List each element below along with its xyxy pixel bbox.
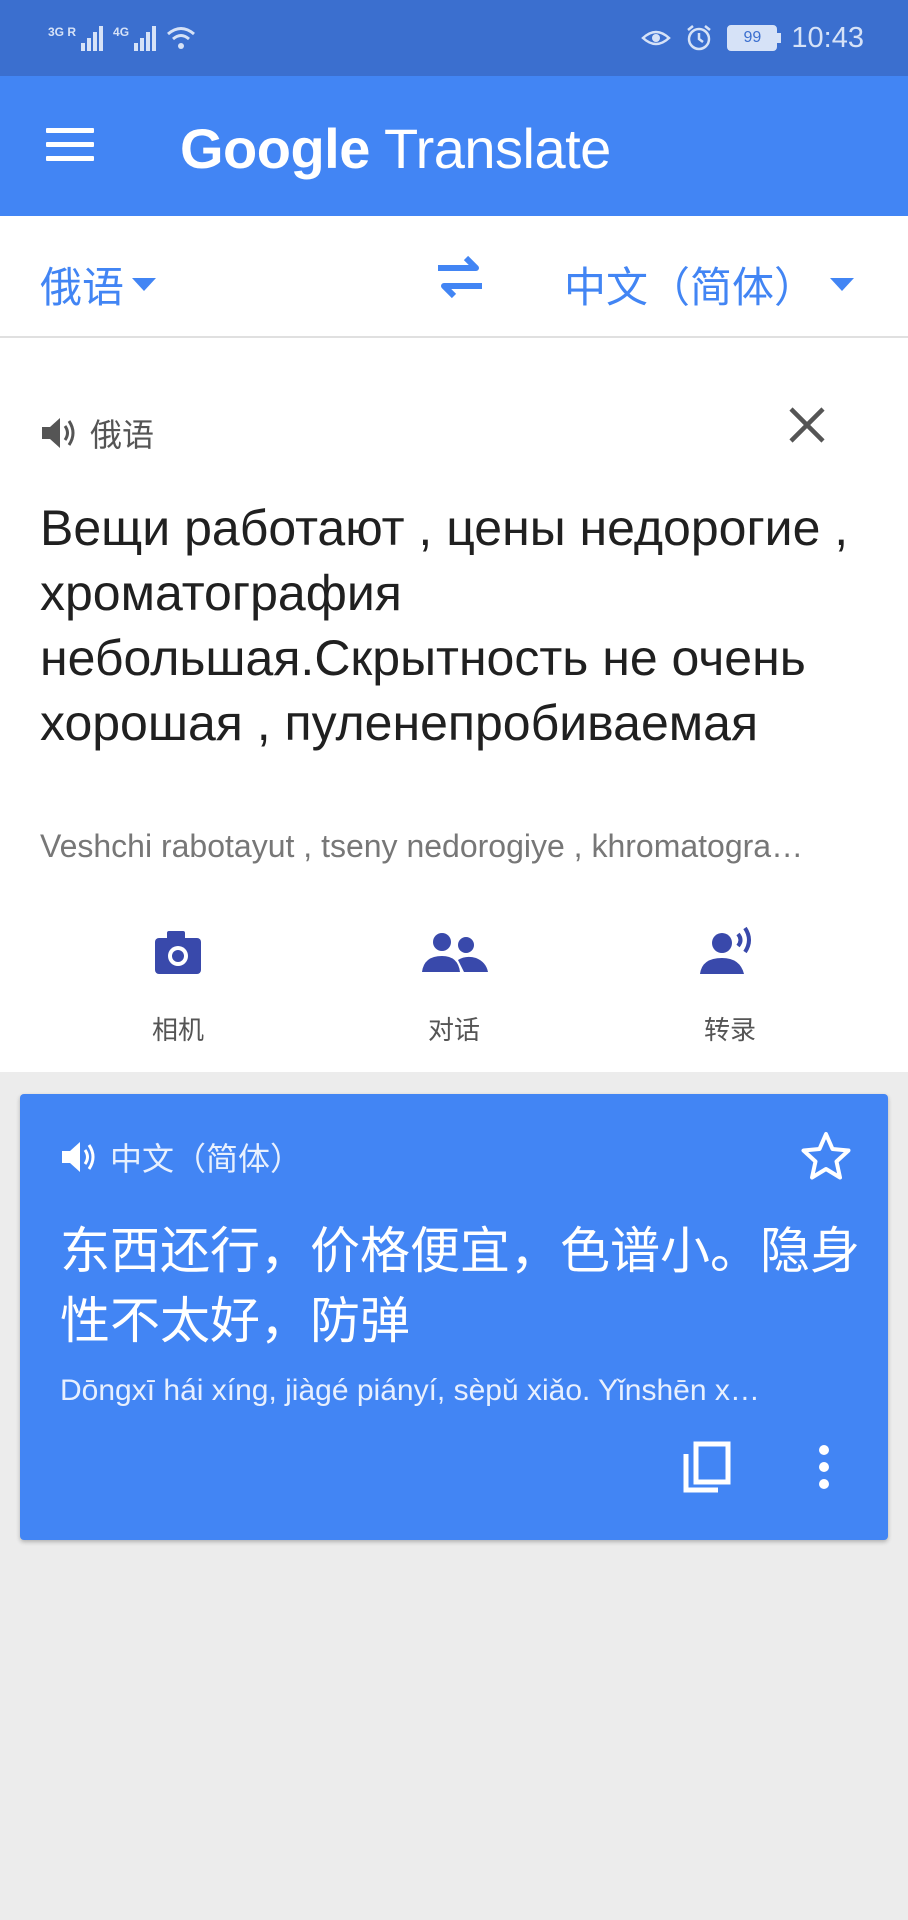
transliteration-text: Veshchi rabotayut , tseny nedorogiye , k… bbox=[40, 828, 804, 864]
status-left: 3G R 4G bbox=[0, 25, 196, 51]
camera-label: 相机 bbox=[151, 1015, 204, 1045]
target-language-row: 中文（简体） bbox=[60, 1134, 302, 1180]
translated-text: 东西还行，价格便宜，色谱小。隐身性不太好，防弹 bbox=[60, 1223, 860, 1349]
status-bar: 3G R 4G 99 10:43 bbox=[0, 0, 908, 76]
translation-card: 中文（简体） 东西还行，价格便宜，色谱小。隐身性不太好，防弹 Dōngxī há… bbox=[20, 1094, 888, 1540]
speaker-icon[interactable] bbox=[60, 1139, 100, 1175]
title-brand: Google bbox=[180, 117, 370, 180]
more-options-icon[interactable] bbox=[812, 1440, 836, 1494]
signal-bars-icon bbox=[134, 25, 157, 51]
conversation-label: 对话 bbox=[427, 1015, 480, 1045]
source-language-row: 俄语 bbox=[40, 410, 154, 456]
app-bar: Google Translate bbox=[0, 76, 908, 216]
people-icon bbox=[422, 933, 488, 972]
copy-icon[interactable] bbox=[682, 1440, 732, 1494]
source-text[interactable]: Вещи работают , цены недорогие , хромато… bbox=[40, 496, 880, 756]
star-icon[interactable] bbox=[800, 1130, 852, 1182]
signal-bars-icon bbox=[81, 25, 104, 51]
swap-arrows-icon[interactable] bbox=[432, 252, 488, 302]
camera-button[interactable]: 相机 bbox=[88, 918, 268, 1047]
hamburger-menu-icon[interactable] bbox=[46, 128, 94, 162]
target-language-label: 中文（简体） bbox=[564, 264, 817, 311]
language-bar: 俄语 中文（简体） bbox=[0, 216, 908, 338]
source-language-label: 俄语 bbox=[40, 264, 125, 311]
transcribe-icon bbox=[700, 926, 751, 974]
close-icon[interactable] bbox=[786, 404, 828, 446]
speaker-icon[interactable] bbox=[40, 415, 80, 451]
clock: 10:43 bbox=[791, 21, 864, 54]
dropdown-arrow-icon bbox=[830, 278, 855, 291]
target-language-label: 中文（简体） bbox=[110, 1141, 303, 1177]
network-type-2: 4G bbox=[113, 25, 130, 39]
signal-2: 4G bbox=[113, 25, 157, 51]
input-tools: 相机 对话 转录 bbox=[0, 918, 908, 1048]
input-card: 俄语 Вещи работают , цены недорогие , хром… bbox=[0, 338, 908, 1072]
camera-icon bbox=[155, 931, 201, 974]
app-title: Google Translate bbox=[180, 116, 611, 181]
eye-icon bbox=[641, 30, 672, 46]
network-type-1: 3G R bbox=[48, 25, 77, 39]
source-language-label: 俄语 bbox=[90, 417, 155, 453]
title-product: Translate bbox=[383, 117, 611, 180]
alarm-icon bbox=[687, 25, 712, 51]
source-language-selector[interactable]: 俄语 bbox=[40, 254, 157, 315]
status-right: 99 10:43 bbox=[641, 22, 908, 55]
wifi-icon bbox=[167, 27, 195, 49]
transcribe-button[interactable]: 转录 bbox=[640, 918, 820, 1047]
conversation-button[interactable]: 对话 bbox=[364, 918, 544, 1047]
battery-indicator: 99 bbox=[727, 25, 782, 51]
target-language-selector[interactable]: 中文（简体） bbox=[564, 254, 855, 315]
signal-1: 3G R bbox=[48, 25, 104, 51]
pinyin-text: Dōngxī hái xíng, jiàgé piányí, sèpǔ xiǎo… bbox=[60, 1374, 760, 1407]
dropdown-arrow-icon bbox=[132, 278, 157, 291]
transcribe-label: 转录 bbox=[703, 1015, 756, 1045]
